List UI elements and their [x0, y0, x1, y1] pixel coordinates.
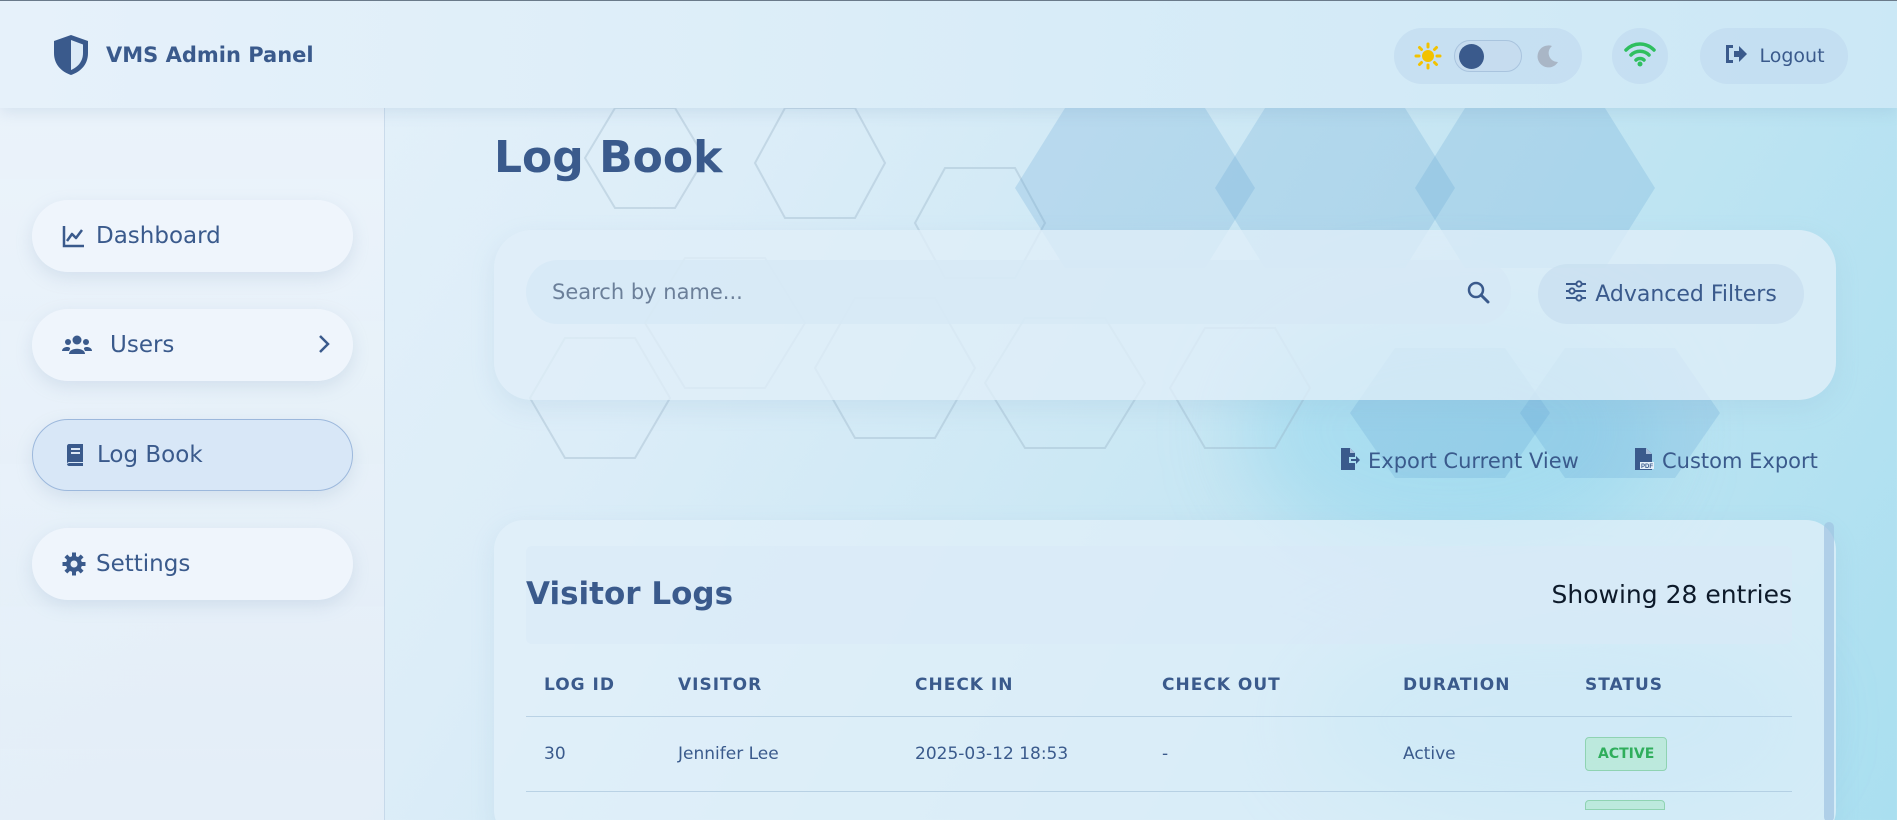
- table-row[interactable]: [526, 791, 1792, 815]
- sidebar-item-settings[interactable]: Settings: [32, 528, 353, 600]
- column-header[interactable]: VISITOR: [660, 654, 897, 717]
- sidebar-item-label: Settings: [96, 551, 191, 577]
- file-pdf-icon: PDF: [1634, 447, 1654, 476]
- column-header[interactable]: CHECK OUT: [1144, 654, 1385, 717]
- export-current-label: Export Current View: [1368, 449, 1579, 473]
- custom-export-button[interactable]: PDF Custom Export: [1634, 444, 1818, 478]
- duration-cell: Active: [1385, 716, 1567, 792]
- app-title: VMS Admin Panel: [106, 43, 314, 67]
- chevron-right-icon: [317, 333, 331, 355]
- theme-toggle[interactable]: [1394, 28, 1582, 84]
- custom-export-label: Custom Export: [1662, 449, 1818, 473]
- brand[interactable]: VMS Admin Panel: [50, 33, 314, 77]
- column-header[interactable]: CHECK IN: [897, 654, 1144, 717]
- logout-button[interactable]: Logout: [1700, 28, 1848, 84]
- search-icon[interactable]: [1466, 280, 1490, 304]
- gear-icon: [62, 552, 86, 576]
- logs-title: Visitor Logs: [526, 576, 734, 612]
- advanced-filters-button[interactable]: Advanced Filters: [1538, 264, 1804, 324]
- theme-switch[interactable]: [1454, 40, 1522, 72]
- advanced-filters-label: Advanced Filters: [1595, 281, 1777, 307]
- sidebar-item-users[interactable]: Users: [32, 309, 353, 381]
- wifi-icon: [1623, 40, 1657, 72]
- logout-icon: [1723, 42, 1749, 71]
- svg-text:PDF: PDF: [1641, 464, 1653, 470]
- status-cell: ACTIVE: [1567, 716, 1792, 792]
- status-badge: [1585, 800, 1665, 810]
- sidebar-item-dashboard[interactable]: Dashboard: [32, 200, 353, 272]
- log-id-cell: 30: [526, 716, 660, 792]
- table-header-row: LOG ID VISITOR CHECK IN CHECK OUT DURATI…: [526, 654, 1792, 717]
- search-card: Advanced Filters: [494, 230, 1836, 400]
- book-icon: [63, 443, 87, 467]
- status-badge: ACTIVE: [1585, 736, 1668, 771]
- sidebar-item-label: Log Book: [97, 442, 203, 468]
- logs-header: Visitor Logs Showing 28 entries: [526, 546, 1792, 644]
- logs-scrollbar[interactable]: [1824, 522, 1834, 820]
- sidebar-item-log-book[interactable]: Log Book: [32, 419, 353, 491]
- connection-status[interactable]: [1612, 28, 1668, 84]
- check-in-cell: 2025-03-12 18:53: [897, 716, 1144, 792]
- check-out-cell: -: [1144, 716, 1385, 792]
- users-icon: [62, 333, 92, 357]
- logout-label: Logout: [1759, 45, 1825, 67]
- file-export-icon: [1340, 447, 1360, 476]
- column-header[interactable]: LOG ID: [526, 654, 660, 717]
- shield-icon: [50, 33, 92, 77]
- export-current-view-button[interactable]: Export Current View: [1340, 444, 1579, 478]
- status-cell: [1567, 791, 1792, 815]
- switch-knob: [1459, 44, 1484, 69]
- visitor-logs-card: Visitor Logs Showing 28 entries LOG ID V…: [494, 520, 1836, 820]
- table-row[interactable]: 30 Jennifer Lee 2025-03-12 18:53 - Activ…: [526, 716, 1792, 792]
- page-title: Log Book: [494, 132, 723, 183]
- logs-table: LOG ID VISITOR CHECK IN CHECK OUT DURATI…: [526, 654, 1792, 815]
- sliders-icon: [1565, 280, 1587, 308]
- search-input[interactable]: [552, 260, 1432, 324]
- sidebar-item-label: Dashboard: [96, 223, 221, 249]
- top-header: VMS Admin Panel Logout: [0, 0, 1897, 108]
- sidebar-item-label: Users: [110, 332, 175, 358]
- chart-line-icon: [62, 224, 86, 248]
- column-header[interactable]: STATUS: [1567, 654, 1792, 717]
- moon-icon: [1534, 42, 1562, 70]
- visitor-cell: Jennifer Lee: [660, 716, 897, 792]
- entries-count: Showing 28 entries: [1551, 580, 1792, 609]
- search-box[interactable]: [526, 260, 1511, 324]
- sidebar: Dashboard Users Log Book Settings: [0, 108, 385, 820]
- sun-icon: [1414, 42, 1442, 70]
- column-header[interactable]: DURATION: [1385, 654, 1567, 717]
